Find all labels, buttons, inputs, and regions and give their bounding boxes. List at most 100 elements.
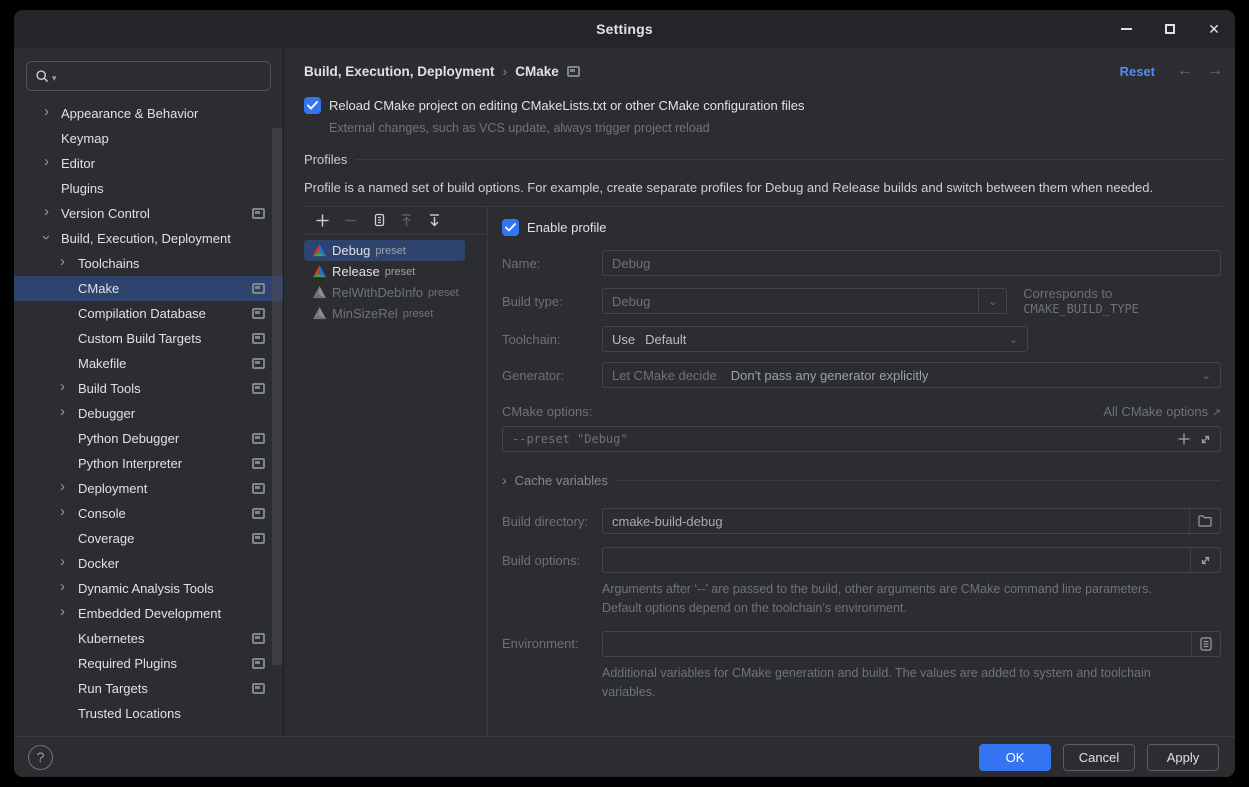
sidebar-item-custom-build-targets[interactable]: Custom Build Targets [14, 326, 283, 351]
forward-arrow-icon[interactable]: → [1207, 62, 1223, 80]
sidebar-item-label: Keymap [14, 131, 109, 146]
ok-button[interactable]: OK [979, 744, 1051, 771]
project-level-icon [252, 283, 265, 294]
chevron-collapsed-icon[interactable]: › [44, 204, 49, 219]
minimize-button[interactable] [1115, 18, 1137, 40]
sidebar-item-cmake[interactable]: CMake [14, 276, 283, 301]
build-options-input[interactable] [602, 547, 1221, 573]
profile-list: DebugpresetReleasepresetRelWithDebInfopr… [304, 235, 487, 324]
sidebar-item-appearance-behavior[interactable]: ›Appearance & Behavior [14, 101, 283, 126]
sidebar-item-required-plugins[interactable]: Required Plugins [14, 651, 283, 676]
sidebar-item-embedded-development[interactable]: ›Embedded Development [14, 601, 283, 626]
sidebar-item-kubernetes[interactable]: Kubernetes [14, 626, 283, 651]
sidebar-item-dynamic-analysis-tools[interactable]: ›Dynamic Analysis Tools [14, 576, 283, 601]
expand-editor-icon[interactable] [1199, 554, 1212, 567]
build-type-note: Corresponds to CMAKE_BUILD_TYPE [1023, 286, 1221, 316]
chevron-collapsed-icon[interactable]: › [60, 479, 65, 494]
maximize-button[interactable] [1159, 18, 1181, 40]
sidebar-item-build-execution-deployment[interactable]: ›Build, Execution, Deployment [14, 226, 283, 251]
toolchain-select[interactable]: Use Default ⌄ [602, 326, 1028, 352]
cancel-button[interactable]: Cancel [1063, 744, 1135, 771]
sidebar-item-label: Kubernetes [14, 631, 145, 646]
back-arrow-icon[interactable]: ← [1177, 62, 1193, 80]
sidebar-item-coverage[interactable]: Coverage [14, 526, 283, 551]
close-button[interactable]: ✕ [1203, 18, 1225, 40]
chevron-collapsed-icon[interactable]: › [60, 404, 65, 419]
sidebar-item-label: Editor [14, 156, 95, 171]
profile-name: Release [332, 264, 380, 279]
variables-list-icon[interactable] [1200, 637, 1212, 651]
close-icon: ✕ [1208, 21, 1220, 38]
minimize-icon [1121, 28, 1132, 30]
profile-item-minsizerel[interactable]: MinSizeRelpreset [304, 303, 487, 324]
folder-icon[interactable] [1198, 515, 1212, 527]
maximize-icon [1165, 24, 1175, 34]
sidebar-item-keymap[interactable]: Keymap [14, 126, 283, 151]
cache-variables-toggle[interactable]: › Cache variables [502, 472, 1221, 488]
build-directory-input[interactable]: cmake-build-debug [602, 508, 1221, 534]
sidebar-item-version-control[interactable]: ›Version Control [14, 201, 283, 226]
profile-details: Enable profile Name: Debug Build type: D… [488, 207, 1223, 736]
cmake-options-input[interactable]: --preset "Debug" [502, 426, 1221, 452]
profile-item-release[interactable]: Releasepreset [304, 261, 487, 282]
project-level-icon [252, 658, 265, 669]
copy-profile-button[interactable] [366, 210, 390, 232]
chevron-collapsed-icon[interactable]: › [60, 579, 65, 594]
reset-link[interactable]: Reset [1120, 64, 1155, 79]
sidebar-item-trusted-locations[interactable]: Trusted Locations [14, 701, 283, 726]
chevron-collapsed-icon[interactable]: › [44, 154, 49, 169]
settings-tree: ›Appearance & BehaviorKeymap›EditorPlugi… [14, 101, 283, 726]
sidebar-item-python-debugger[interactable]: Python Debugger [14, 426, 283, 451]
chevron-collapsed-icon[interactable]: › [60, 604, 65, 619]
sidebar-item-console[interactable]: ›Console [14, 501, 283, 526]
sidebar-item-docker[interactable]: ›Docker [14, 551, 283, 576]
sidebar-item-debugger[interactable]: ›Debugger [14, 401, 283, 426]
sidebar-item-toolchains[interactable]: ›Toolchains [14, 251, 283, 276]
sidebar-item-label: Custom Build Targets [14, 331, 201, 346]
profiles-section-title: Profiles [304, 152, 347, 167]
sidebar-item-label: Python Debugger [14, 431, 179, 446]
expand-editor-icon[interactable] [1199, 433, 1212, 446]
chevron-collapsed-icon[interactable]: › [60, 554, 65, 569]
title-bar[interactable]: Settings ✕ [14, 10, 1235, 48]
cmake-profile-icon [312, 264, 327, 279]
add-option-icon[interactable] [1177, 432, 1191, 446]
move-up-button[interactable] [394, 210, 418, 232]
profile-preset-suffix: preset [428, 287, 459, 299]
add-profile-button[interactable] [310, 210, 334, 232]
reload-cmake-checkbox[interactable] [304, 97, 321, 114]
chevron-collapsed-icon[interactable]: › [60, 379, 65, 394]
chevron-collapsed-icon[interactable]: › [60, 254, 65, 269]
section-divider [616, 480, 1221, 481]
sidebar-item-python-interpreter[interactable]: Python Interpreter [14, 451, 283, 476]
sidebar-item-makefile[interactable]: Makefile [14, 351, 283, 376]
apply-button[interactable]: Apply [1147, 744, 1219, 771]
breadcrumb-parent[interactable]: Build, Execution, Deployment [304, 64, 495, 79]
sidebar-item-plugins[interactable]: Plugins [14, 176, 283, 201]
profile-preset-suffix: preset [375, 245, 406, 257]
sidebar-item-editor[interactable]: ›Editor [14, 151, 283, 176]
search-input[interactable]: ▾ [26, 61, 271, 91]
name-input[interactable]: Debug [602, 250, 1221, 276]
environment-input[interactable] [602, 631, 1221, 657]
search-options-caret-icon[interactable]: ▾ [52, 73, 57, 84]
sidebar-scrollbar[interactable] [272, 128, 282, 665]
sidebar-item-run-targets[interactable]: Run Targets [14, 676, 283, 701]
build-type-select[interactable]: Debug ⌄ [602, 288, 1007, 314]
sidebar-item-build-tools[interactable]: ›Build Tools [14, 376, 283, 401]
generator-select[interactable]: Let CMake decide Don't pass any generato… [602, 362, 1221, 388]
help-button[interactable]: ? [28, 745, 53, 770]
enable-profile-checkbox[interactable] [502, 219, 519, 236]
profile-item-debug[interactable]: Debug preset [304, 240, 465, 261]
sidebar-item-compilation-database[interactable]: Compilation Database [14, 301, 283, 326]
generator-prefix: Let CMake decide [612, 368, 717, 383]
chevron-expanded-icon[interactable]: › [39, 235, 54, 240]
move-down-button[interactable] [422, 210, 446, 232]
chevron-collapsed-icon[interactable]: › [60, 504, 65, 519]
profile-name: Debug [332, 243, 370, 258]
chevron-collapsed-icon[interactable]: › [44, 104, 49, 119]
sidebar-item-deployment[interactable]: ›Deployment [14, 476, 283, 501]
remove-profile-button[interactable] [338, 210, 362, 232]
profile-item-relwithdebinfo[interactable]: RelWithDebInfopreset [304, 282, 487, 303]
all-cmake-options-link[interactable]: All CMake options ↗ [1103, 404, 1221, 419]
